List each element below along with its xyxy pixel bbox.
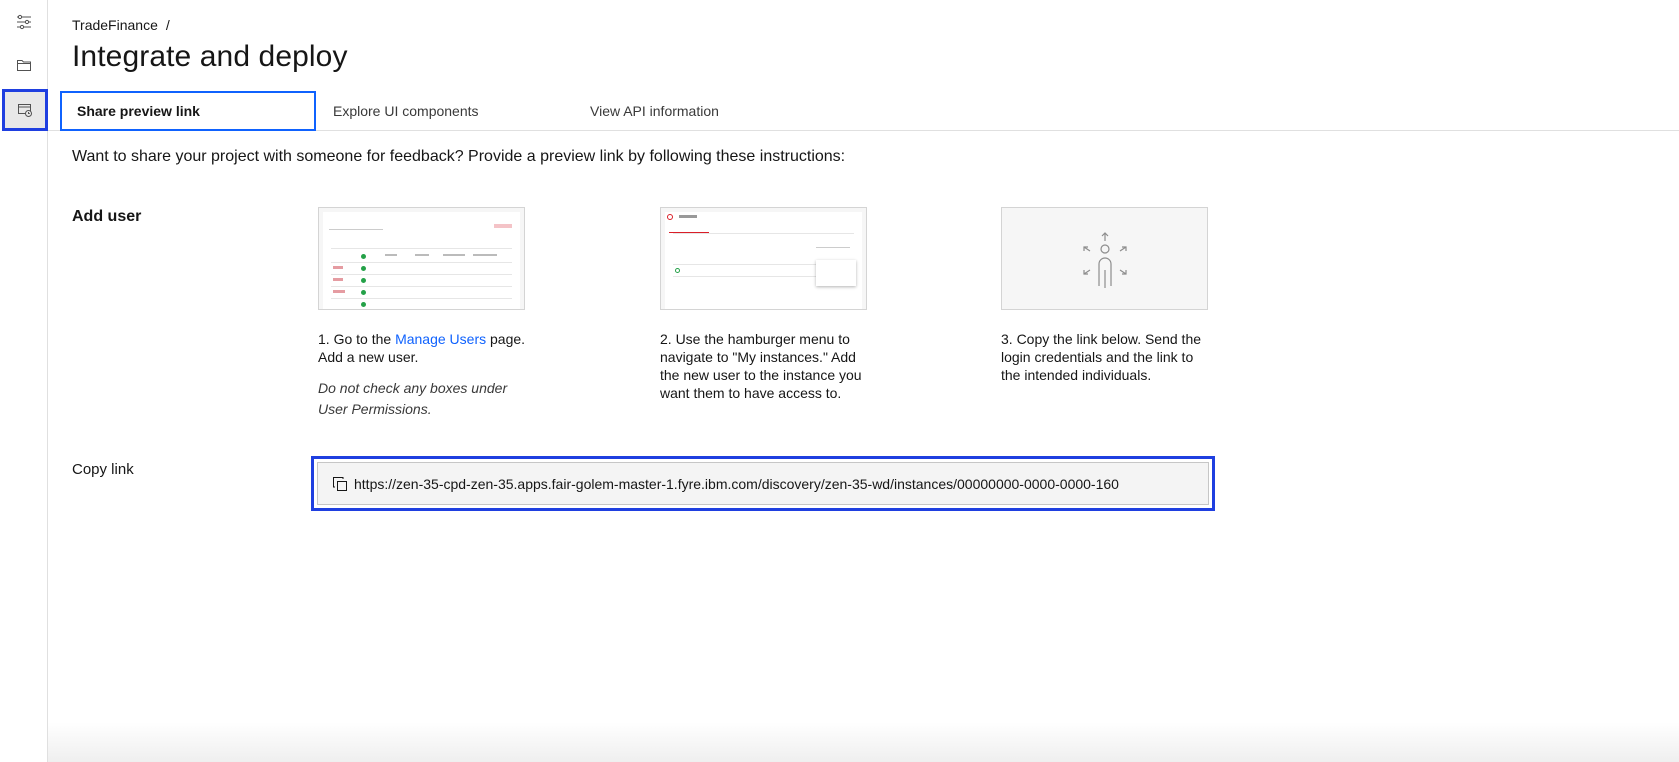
- intro-text: Want to share your project with someone …: [72, 148, 846, 165]
- thumb-search-field: [329, 224, 383, 230]
- manage-users-thumbnail: [318, 207, 525, 310]
- settings-adjust-button[interactable]: [4, 2, 44, 42]
- step-1: 1. Go to the Manage Users page. Add a ne…: [318, 207, 526, 420]
- share-link-thumbnail: [1001, 207, 1208, 310]
- thumb-new-user-button: [494, 224, 512, 228]
- breadcrumb-separator: /: [165, 17, 170, 33]
- bottom-shadow: [48, 722, 1679, 762]
- tab-share-preview-link[interactable]: Share preview link: [60, 91, 316, 131]
- copy-icon[interactable]: [332, 476, 348, 492]
- my-instances-thumbnail: [660, 207, 867, 310]
- share-person-icon: [1083, 232, 1127, 288]
- copy-link-input[interactable]: https://zen-35-cpd-zen-35.apps.fair-gole…: [317, 462, 1209, 505]
- manage-users-link[interactable]: Manage Users: [395, 331, 486, 347]
- step-1-note: Do not check any boxes under User Permis…: [318, 380, 508, 417]
- copy-link-field[interactable]: https://zen-35-cpd-zen-35.apps.fair-gole…: [311, 456, 1215, 511]
- step-2-text: 2. Use the hamburger menu to navigate to…: [660, 331, 862, 401]
- folder-icon: [17, 60, 31, 71]
- preview-link-url: https://zen-35-cpd-zen-35.apps.fair-gole…: [354, 475, 1119, 492]
- page-title: Integrate and deploy: [72, 40, 348, 73]
- projects-button[interactable]: [4, 45, 44, 85]
- deploy-icon: [18, 104, 32, 117]
- breadcrumb-root[interactable]: TradeFinance: [72, 17, 158, 33]
- step-1-text: 1. Go to the Manage Users page. Add a ne…: [318, 331, 526, 365]
- step-3-text: 3. Copy the link below. Send the login c…: [1001, 331, 1202, 383]
- tab-explore-ui-components[interactable]: Explore UI components: [333, 91, 573, 131]
- left-nav-rail: [0, 0, 48, 762]
- sliders-icon: [17, 14, 31, 30]
- add-user-heading: Add user: [72, 208, 142, 225]
- integrate-deploy-button[interactable]: [2, 89, 48, 131]
- breadcrumb: TradeFinance /: [72, 17, 170, 33]
- tab-view-api-information[interactable]: View API information: [590, 91, 830, 131]
- step-2: 2. Use the hamburger menu to navigate to…: [660, 207, 868, 402]
- tab-bar: Share preview link Explore UI components…: [48, 91, 1679, 131]
- copy-link-label: Copy link: [72, 461, 134, 478]
- step-3: 3. Copy the link below. Send the login c…: [1001, 207, 1209, 384]
